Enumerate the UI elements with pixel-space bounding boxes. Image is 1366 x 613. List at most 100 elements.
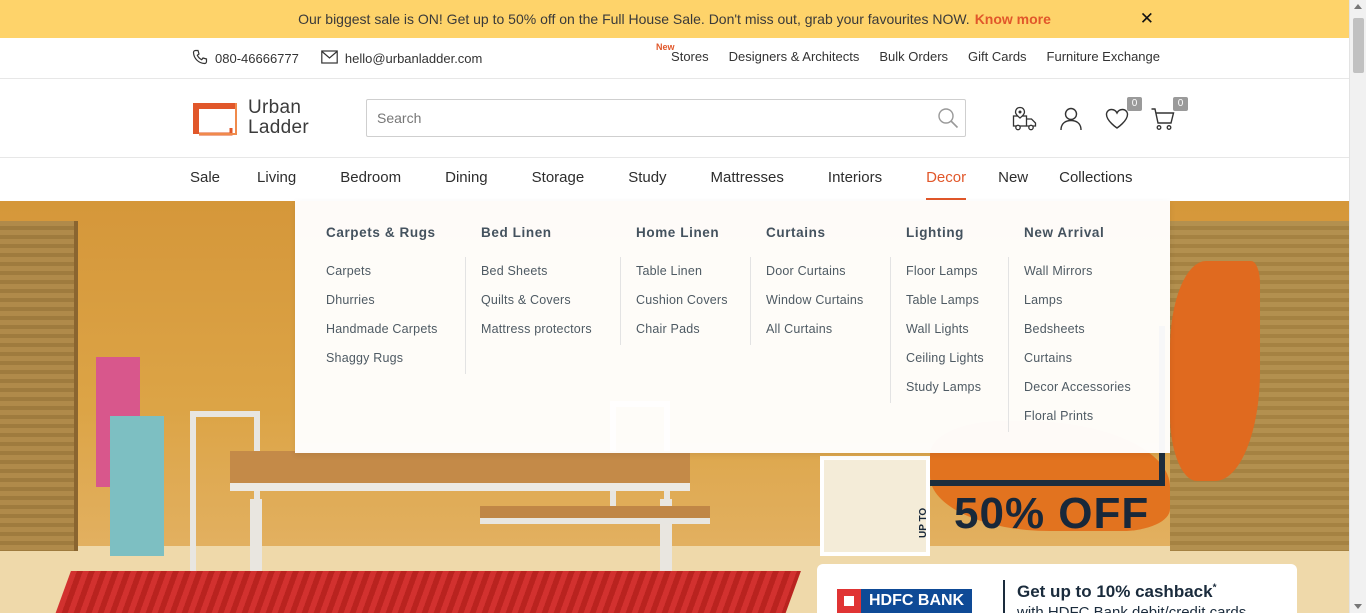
menu-link-dhurries[interactable]: Dhurries [326,286,450,315]
menu-link-wall-mirrors[interactable]: Wall Mirrors [1024,257,1139,286]
menu-list: Door Curtains Window Curtains All Curtai… [766,257,891,403]
nav-item-dining[interactable]: Dining [445,158,488,201]
hero-offer-text: 50% OFF [954,489,1150,538]
menu-link-bed-sheets[interactable]: Bed Sheets [481,257,605,286]
menu-heading[interactable]: Carpets & Rugs [326,225,436,240]
urban-ladder-logo[interactable]: Urban Ladder [191,98,309,138]
menu-link-decor-accessories[interactable]: Decor Accessories [1024,373,1139,402]
nav-item-storage[interactable]: Storage [532,158,585,201]
menu-link-mattress-protectors[interactable]: Mattress protectors [481,315,605,344]
furniture-exchange-link[interactable]: Furniture Exchange [1047,49,1160,64]
hdfc-bank-logo: HDFC BANK [837,589,973,613]
phone-number: 080-46666777 [215,51,299,66]
utility-bar: 080-46666777 hello@urbanladder.com New S… [0,38,1349,79]
bank-card-divider [1003,580,1005,613]
hero-upto-text: UP TO [918,507,929,538]
menu-list: Table Linen Cushion Covers Chair Pads [636,257,751,345]
cashback-text: Get up to 10% cashback [1017,582,1213,601]
designers-architects-link[interactable]: Designers & Architects [729,49,860,64]
menu-link-handmade-carpets[interactable]: Handmade Carpets [326,315,450,344]
menu-link-window-curtains[interactable]: Window Curtains [766,286,875,315]
menu-heading[interactable]: Home Linen [636,225,719,240]
nav-item-collections[interactable]: Collections [1059,158,1132,201]
logo-line1: Urban [248,97,302,118]
scroll-up-arrow-icon[interactable] [1354,4,1362,9]
menu-list: Carpets Dhurries Handmade Carpets Shaggy… [326,257,466,374]
nav-item-new[interactable]: New [998,158,1028,201]
scrollbar-thumb[interactable] [1353,18,1364,73]
utility-links: New Stores Designers & Architects Bulk O… [656,42,1160,64]
phone-contact[interactable]: 080-46666777 [192,49,299,68]
cashback-asterisk: * [1212,582,1217,594]
page-scrollbar[interactable] [1349,0,1366,613]
hero-dining-table [230,451,690,491]
menu-heading[interactable]: Curtains [766,225,826,240]
menu-link-all-curtains[interactable]: All Curtains [766,315,875,344]
header-actions: 0 0 [1012,97,1188,132]
wishlist-icon[interactable]: 0 [1104,97,1142,132]
cart-count: 0 [1173,97,1188,111]
search-box [366,99,966,137]
nav-item-mattresses[interactable]: Mattresses [711,158,784,201]
hdfc-logo-mark [837,589,861,613]
menu-link-bedsheets[interactable]: Bedsheets [1024,315,1139,344]
stores-link[interactable]: New Stores [656,42,709,64]
wishlist-count: 0 [1127,97,1142,111]
menu-link-shaggy-rugs[interactable]: Shaggy Rugs [326,344,450,373]
cart-icon[interactable]: 0 [1150,97,1188,132]
search-icon[interactable] [937,107,959,134]
menu-link-floral-prints[interactable]: Floral Prints [1024,402,1139,431]
hero-blue-panel [110,416,164,556]
nav-item-study[interactable]: Study [628,158,666,201]
stores-label: Stores [671,49,709,64]
menu-link-floor-lamps[interactable]: Floor Lamps [906,257,993,286]
menu-link-lamps[interactable]: Lamps [1024,286,1139,315]
hero-paint-splash [1170,261,1260,481]
nav-list: Sale Living Bedroom Dining Storage Study… [190,158,1133,201]
menu-link-cushion-covers[interactable]: Cushion Covers [636,286,735,315]
phone-icon [192,49,208,68]
cashback-subtext: with HDFC Bank debit/credit cards [1017,604,1247,613]
menu-link-table-linen[interactable]: Table Linen [636,257,735,286]
profile-icon[interactable] [1058,106,1084,132]
menu-list: Wall Mirrors Lamps Bedsheets Curtains De… [1024,257,1154,431]
know-more-link[interactable]: Know more [975,11,1051,27]
menu-list: Bed Sheets Quilts & Covers Mattress prot… [481,257,621,345]
menu-link-curtains[interactable]: Curtains [1024,344,1139,373]
menu-heading[interactable]: New Arrival [1024,225,1104,240]
search-input[interactable] [367,100,927,136]
menu-link-ceiling-lights[interactable]: Ceiling Lights [906,344,993,373]
nav-item-bedroom[interactable]: Bedroom [340,158,401,201]
new-badge: New [656,42,675,52]
menu-link-table-lamps[interactable]: Table Lamps [906,286,993,315]
cashback-headline: Get up to 10% cashback* [1017,582,1216,602]
menu-link-wall-lights[interactable]: Wall Lights [906,315,993,344]
gift-cards-link[interactable]: Gift Cards [968,49,1027,64]
mail-icon [321,50,338,67]
nav-item-interiors[interactable]: Interiors [828,158,882,201]
nav-item-living[interactable]: Living [257,158,296,201]
contact-info: 080-46666777 hello@urbanladder.com [192,49,482,68]
menu-link-quilts-covers[interactable]: Quilts & Covers [481,286,605,315]
decor-mega-menu: Carpets & Rugs Carpets Dhurries Handmade… [295,201,1170,453]
menu-link-door-curtains[interactable]: Door Curtains [766,257,875,286]
scroll-down-arrow-icon[interactable] [1354,604,1362,609]
nav-item-sale[interactable]: Sale [190,158,220,201]
hdfc-bank-name: HDFC BANK [869,592,965,609]
menu-heading[interactable]: Bed Linen [481,225,552,240]
email-contact[interactable]: hello@urbanladder.com [321,50,482,67]
menu-heading[interactable]: Lighting [906,225,964,240]
bulk-orders-link[interactable]: Bulk Orders [879,49,948,64]
close-icon[interactable]: ✕ [1140,9,1154,29]
promo-message: Our biggest sale is ON! Get up to 50% of… [298,11,970,27]
bank-offer-card[interactable]: HDFC BANK Get up to 10% cashback* with H… [817,564,1297,613]
logo-wordmark: Urban Ladder [248,98,309,138]
menu-link-carpets[interactable]: Carpets [326,257,450,286]
hero-poster [820,456,930,556]
promo-banner: Our biggest sale is ON! Get up to 50% of… [0,0,1349,38]
menu-link-chair-pads[interactable]: Chair Pads [636,315,735,344]
page: Our biggest sale is ON! Get up to 50% of… [0,0,1366,613]
menu-link-study-lamps[interactable]: Study Lamps [906,373,993,402]
nav-item-decor[interactable]: Decor [926,158,967,201]
track-order-icon[interactable] [1012,106,1038,132]
